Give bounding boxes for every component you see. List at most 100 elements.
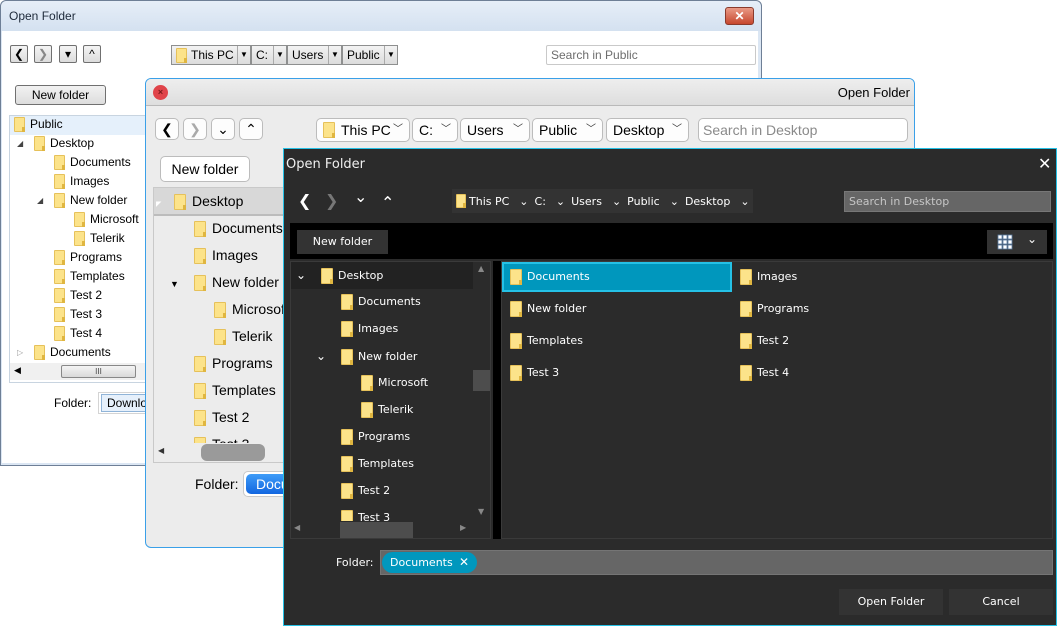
close-button[interactable]: ✕ (725, 7, 754, 25)
tree-item[interactable]: Documents (194, 217, 283, 239)
title-bar[interactable] (1, 1, 761, 31)
back-button[interactable]: ❮ (10, 45, 28, 63)
tree-item[interactable]: ◤ Desktop (156, 190, 243, 212)
vertical-scrollbar-thumb[interactable] (473, 370, 490, 391)
tree-item[interactable]: Images (54, 172, 109, 191)
close-button[interactable]: × (153, 85, 168, 100)
breadcrumb-users[interactable]: Users ﹀ (460, 118, 530, 142)
chevron-down-icon[interactable]: ▼ (237, 46, 250, 64)
expanded-arrow-icon[interactable]: ⌄ (316, 346, 341, 366)
chevron-down-icon[interactable]: ▼ (384, 46, 397, 64)
tree-item[interactable]: Images (194, 244, 258, 266)
scroll-right-icon[interactable]: ▶ (460, 523, 466, 532)
up-button[interactable]: ⌃ (381, 193, 394, 212)
up-button[interactable]: ⌃ (239, 118, 263, 140)
tree-item[interactable]: ⌄ New folder (316, 346, 417, 366)
title-bar[interactable] (146, 79, 914, 106)
breadcrumb-this-pc[interactable]: This PC ▼ (171, 45, 251, 65)
chevron-down-icon[interactable]: ⌄ (670, 195, 679, 208)
collapsed-arrow-icon[interactable]: ▷ (17, 343, 23, 362)
tree-item[interactable]: Test 2 (54, 286, 102, 305)
chevron-down-icon[interactable]: ⌄ (612, 195, 621, 208)
tree-item[interactable]: ⌄ Desktop (296, 265, 383, 285)
new-folder-button[interactable]: New folder (15, 85, 106, 105)
tree-item[interactable]: Microsoft (361, 373, 428, 393)
tree-item[interactable]: ▼ New folder (170, 271, 279, 293)
forward-button[interactable]: ❯ (325, 191, 338, 210)
tree-item[interactable]: Documents (54, 153, 131, 172)
grid-item[interactable]: Test 2 (732, 326, 952, 356)
forward-button[interactable]: ❯ (34, 45, 52, 63)
forward-button[interactable]: ❯ (183, 118, 207, 140)
search-input[interactable]: Search in Desktop (698, 118, 908, 142)
tree-item[interactable]: Telerik (214, 325, 272, 347)
breadcrumb-public[interactable]: Public ▼ (342, 45, 398, 65)
chevron-down-icon[interactable]: ▼ (328, 46, 341, 64)
open-folder-button[interactable]: Open Folder (839, 589, 943, 615)
breadcrumb-desktop[interactable]: Desktop ⌄ (685, 195, 750, 208)
back-button[interactable]: ❮ (298, 191, 311, 210)
scroll-left-icon[interactable]: ◀ (158, 446, 164, 455)
tree-item[interactable]: Microsoft (214, 298, 289, 320)
new-folder-button[interactable]: New folder (297, 230, 388, 254)
tree-item[interactable]: Programs (341, 427, 410, 447)
scrollbar-thumb[interactable]: III (61, 365, 136, 378)
new-folder-button[interactable]: New folder (160, 156, 250, 182)
tree-item[interactable]: Test 3 (194, 433, 249, 443)
tree-item[interactable]: Microsoft (74, 210, 139, 229)
chevron-down-icon[interactable]: ﹀ (513, 119, 523, 141)
tree-item[interactable]: Test 4 (54, 324, 102, 343)
chevron-down-icon[interactable]: ⌄ (740, 195, 749, 208)
chevron-down-icon[interactable]: ▼ (273, 46, 286, 64)
tree-item[interactable]: ◢ New folder (37, 191, 127, 210)
scroll-left-icon[interactable]: ◀ (14, 365, 21, 376)
tree-item[interactable]: Public (14, 115, 63, 134)
expanded-arrow-icon[interactable]: ◢ (37, 191, 43, 210)
back-button[interactable]: ❮ (155, 118, 179, 140)
chevron-down-icon[interactable]: ﹀ (441, 119, 451, 141)
grid-item[interactable]: Programs (732, 294, 952, 324)
grid-item[interactable]: Test 4 (732, 358, 952, 388)
grid-item[interactable]: Images (732, 262, 952, 292)
tree-item[interactable]: Templates (341, 454, 414, 474)
selected-folder-chip[interactable]: Documents ✕ (382, 552, 477, 573)
expanded-arrow-icon[interactable]: ◢ (17, 134, 23, 153)
tree-item[interactable]: Templates (194, 379, 276, 401)
tree-item[interactable]: Test 3 (54, 305, 102, 324)
tree-item[interactable]: Documents (341, 292, 421, 312)
tree-item[interactable]: ◢ Desktop (17, 134, 94, 153)
folder-input[interactable] (380, 550, 1053, 575)
view-mode-button[interactable]: ⌄ (987, 230, 1047, 254)
tree-item[interactable]: Programs (54, 248, 122, 267)
search-input[interactable]: Search in Desktop (844, 191, 1051, 212)
history-dropdown-button[interactable]: ▾ (59, 45, 77, 63)
scroll-down-icon[interactable]: ▼ (478, 507, 484, 516)
grid-item[interactable]: Test 3 (502, 358, 732, 388)
remove-chip-icon[interactable]: ✕ (459, 552, 469, 573)
breadcrumb-drive[interactable]: C: ⌄ (535, 195, 566, 208)
breadcrumb-this-pc[interactable]: This PC ﹀ (316, 118, 410, 142)
chevron-down-icon[interactable]: ﹀ (586, 119, 596, 141)
chevron-down-icon[interactable]: ﹀ (672, 119, 682, 141)
grid-item[interactable]: Templates (502, 326, 732, 356)
tree-item[interactable]: Images (341, 319, 398, 339)
tree-item[interactable]: ▷ Documents (17, 343, 111, 362)
history-dropdown-button[interactable]: ⌄ (354, 187, 367, 206)
chevron-down-icon[interactable]: ⌄ (519, 195, 528, 208)
expanded-arrow-icon[interactable]: ⌄ (296, 265, 321, 285)
up-button[interactable]: ^ (83, 45, 101, 63)
breadcrumb-users[interactable]: Users ⌄ (571, 195, 621, 208)
tree-item[interactable]: Telerik (74, 229, 125, 248)
breadcrumb-this-pc[interactable]: This PC ⌄ (456, 194, 529, 208)
history-dropdown-button[interactable]: ⌄ (211, 118, 235, 140)
breadcrumb-drive[interactable]: C: ﹀ (412, 118, 458, 142)
breadcrumb-public[interactable]: Public ⌄ (627, 195, 679, 208)
close-button[interactable]: ✕ (1038, 154, 1051, 173)
grid-item[interactable]: Documents (502, 262, 732, 292)
grid-item[interactable]: New folder (502, 294, 732, 324)
chevron-down-icon[interactable]: ﹀ (393, 119, 403, 141)
search-input[interactable]: Search in Public (546, 45, 756, 65)
cancel-button[interactable]: Cancel (949, 589, 1053, 615)
tree-item[interactable]: Programs (194, 352, 273, 374)
tree-item[interactable]: Test 2 (194, 406, 249, 428)
